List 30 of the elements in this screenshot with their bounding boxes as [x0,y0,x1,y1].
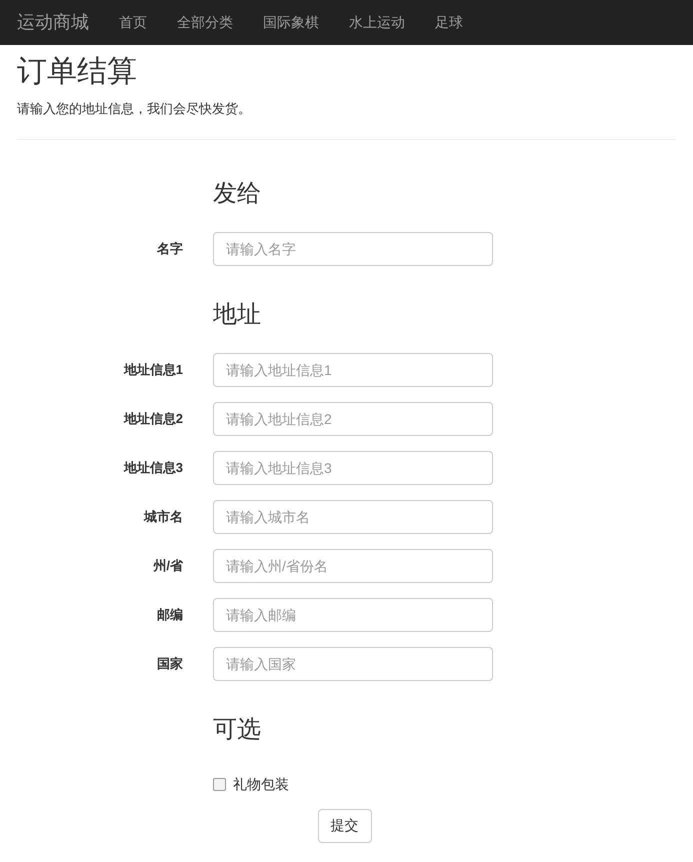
nav-link[interactable]: 水上运动 [334,0,420,45]
nav-link[interactable]: 首页 [104,0,162,45]
nav-link[interactable]: 足球 [420,0,478,45]
text-field[interactable]: 请输入国家 [213,646,493,680]
checkbox[interactable] [213,778,226,790]
field-label: 邮编 [157,606,183,624]
field-label: 名字 [157,240,183,258]
page-subtitle: 请输入您的地址信息，我们会尽快发货。 [17,100,252,118]
nav-link[interactable]: 全部分类 [162,0,248,45]
text-field[interactable]: 请输入地址信息1 [213,352,493,386]
field-label: 国家 [157,654,183,673]
text-field[interactable]: 请输入地址信息3 [213,450,493,484]
text-field[interactable]: 请输入州/省份名 [213,548,493,582]
section-heading: 发给 [213,180,261,208]
text-field[interactable]: 请输入城市名 [213,500,493,534]
text-field[interactable]: 请输入地址信息2 [213,402,493,436]
field-label: 地址信息2 [124,410,183,428]
field-label: 州/省 [153,556,183,575]
checkbox-label: 礼物包装 [233,774,289,794]
section-heading: 地址 [213,300,261,328]
brand-link[interactable]: 运动商城 [17,9,89,36]
field-label: 地址信息1 [124,360,183,379]
text-field[interactable]: 请输入名字 [213,232,493,266]
text-field[interactable]: 请输入邮编 [213,598,493,632]
submit-button[interactable]: 提交 [318,808,372,842]
field-label: 城市名 [144,508,183,526]
page-title: 订单结算 [17,54,138,90]
nav-link[interactable]: 国际象棋 [248,0,334,45]
field-label: 地址信息3 [124,458,183,477]
section-heading: 可选 [213,716,261,744]
